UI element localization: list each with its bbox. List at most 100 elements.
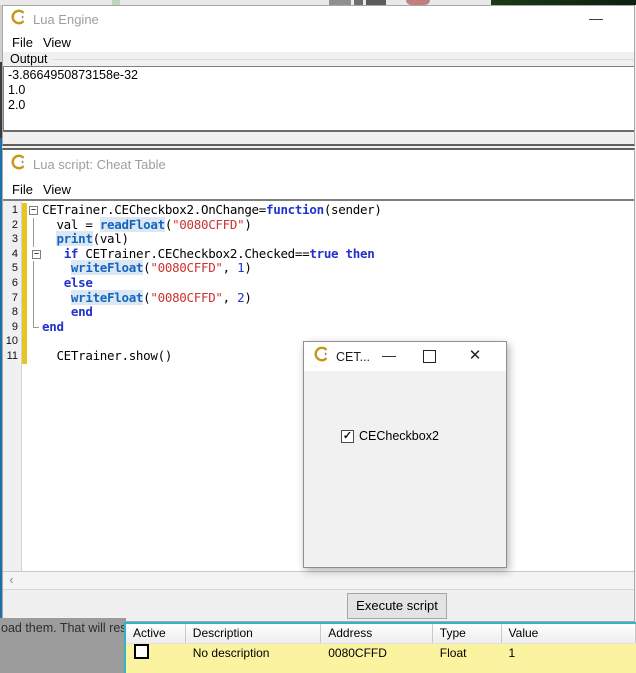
builtin-function: print (56, 231, 92, 246)
output-memo[interactable]: -3.8664950873158e-321.02.0 (3, 66, 634, 132)
code-text: else (42, 276, 93, 291)
cetrainer-title: CET... (336, 350, 370, 364)
code-text: writeFloat("0080CFFD", 1) (42, 261, 252, 276)
output-line: 1.0 (8, 83, 630, 98)
fold-margin (27, 261, 42, 276)
code-line[interactable]: 1−CETrainer.CECheckbox2.OnChange=functio… (3, 203, 634, 218)
window-cetrainer: CET... — ✕ ✓ CECheckbox2 (303, 341, 507, 568)
code-line[interactable]: 9 end (3, 320, 634, 335)
cell-value: 1 (502, 646, 636, 660)
address-list-table: ActiveDescriptionAddressTypeValue No des… (124, 622, 636, 673)
line-number: 2 (3, 218, 21, 233)
code-token (42, 260, 71, 275)
clipped-background-text: oad them. That will resu (0, 618, 126, 635)
code-text: CETrainer.CECheckbox2.OnChange=function(… (42, 203, 382, 218)
line-number: 8 (3, 305, 21, 320)
fold-margin (27, 334, 42, 349)
code-line[interactable]: 7 writeFloat("0080CFFD", 2) (3, 291, 634, 306)
builtin-function: readFloat (100, 217, 165, 232)
line-number: 11 (3, 349, 21, 364)
minimize-icon[interactable]: — (588, 10, 604, 26)
cecheckbox2-row[interactable]: ✓ CECheckbox2 (341, 429, 439, 443)
column-header-address[interactable]: Address (321, 624, 433, 643)
maximize-icon[interactable] (423, 350, 436, 363)
cell-type: Float (433, 646, 502, 660)
code-line[interactable]: 4− if CETrainer.CECheckbox2.Checked==tru… (3, 247, 634, 262)
line-number: 9 (3, 320, 21, 335)
keyword: then (346, 246, 375, 261)
table-row[interactable]: No description0080CFFDFloat1 (126, 644, 636, 661)
code-text: end (42, 320, 64, 335)
close-icon[interactable]: ✕ (466, 346, 484, 364)
column-header-active[interactable]: Active (126, 624, 186, 643)
fold-margin (27, 291, 42, 306)
horizontal-scrollbar[interactable]: ‹ (3, 571, 634, 589)
line-number: 3 (3, 232, 21, 247)
builtin-function: writeFloat (71, 260, 143, 275)
lua-script-menubar: FileView (3, 179, 634, 201)
code-text: if CETrainer.CECheckbox2.Checked==true t… (42, 247, 374, 262)
fold-line (33, 305, 34, 320)
code-token (42, 246, 64, 261)
code-token (42, 304, 71, 319)
minimize-icon[interactable]: — (380, 347, 398, 363)
cell-description: No description (186, 646, 321, 660)
code-text: end (42, 305, 93, 320)
fold-line (33, 218, 34, 233)
code-token: CETrainer.CECheckbox2.Checked== (78, 246, 309, 261)
fold-margin (27, 349, 42, 364)
code-token: CETrainer.CECheckbox2.OnChange= (42, 202, 266, 217)
code-line[interactable]: 2 val = readFloat("0080CFFD") (3, 218, 634, 233)
menu-item-file[interactable]: File (11, 181, 39, 198)
cell-address: 0080CFFD (321, 646, 433, 660)
menu-item-file[interactable]: File (11, 34, 39, 51)
fold-line (33, 232, 34, 247)
lua-engine-title: Lua Engine (33, 12, 99, 27)
cetrainer-body: ✓ CECheckbox2 (304, 371, 506, 567)
scroll-left-icon[interactable]: ‹ (4, 573, 19, 587)
fold-end-icon (33, 319, 39, 328)
output-groupbox-label: Output (10, 52, 48, 66)
string-literal: "0080CFFD" (150, 290, 222, 305)
fold-margin (27, 218, 42, 233)
fold-collapse-icon[interactable]: − (29, 206, 38, 215)
fold-line (33, 261, 34, 276)
code-token (42, 275, 64, 290)
background-window-fragment: oad them. That will resu (0, 618, 126, 673)
lua-engine-body: Output -3.8664950873158e-321.02.0 (3, 52, 634, 144)
menu-item-view[interactable]: View (42, 34, 77, 51)
fold-margin: − (27, 203, 42, 218)
string-literal: "0080CFFD" (150, 260, 222, 275)
code-line[interactable]: 5 writeFloat("0080CFFD", 1) (3, 261, 634, 276)
cetrainer-titlebar[interactable]: CET... — ✕ (304, 342, 506, 371)
output-line: 2.0 (8, 98, 630, 113)
line-number: 5 (3, 261, 21, 276)
active-checkbox[interactable] (134, 644, 149, 659)
lua-engine-titlebar[interactable]: Lua Engine — (3, 6, 634, 33)
execute-script-button[interactable]: Execute script (347, 593, 447, 619)
code-line[interactable]: 6 else (3, 276, 634, 291)
line-number: 6 (3, 276, 21, 291)
code-token: CETrainer.show() (42, 348, 172, 363)
lua-engine-menubar: FileView (3, 33, 634, 52)
column-header-value[interactable]: Value (502, 624, 636, 643)
code-token (42, 231, 56, 246)
string-literal: "0080CFFD" (172, 217, 244, 232)
code-line[interactable]: 3 print(val) (3, 232, 634, 247)
cecheckbox2-box[interactable]: ✓ (341, 430, 354, 443)
code-token: ) (244, 217, 251, 232)
cheat-engine-icon (10, 9, 26, 30)
lua-script-titlebar[interactable]: Lua script: Cheat Table (3, 150, 634, 179)
keyword: function (266, 202, 324, 217)
code-token (338, 246, 345, 261)
code-line[interactable]: 8 end (3, 305, 634, 320)
output-groupbox-frame (53, 59, 634, 60)
menu-item-view[interactable]: View (42, 181, 77, 198)
fold-collapse-icon[interactable]: − (32, 250, 41, 259)
code-token: ( (165, 217, 172, 232)
fold-line (33, 276, 34, 291)
column-header-type[interactable]: Type (433, 624, 502, 643)
code-token: ) (244, 290, 251, 305)
column-header-description[interactable]: Description (186, 624, 321, 643)
fold-margin (27, 232, 42, 247)
